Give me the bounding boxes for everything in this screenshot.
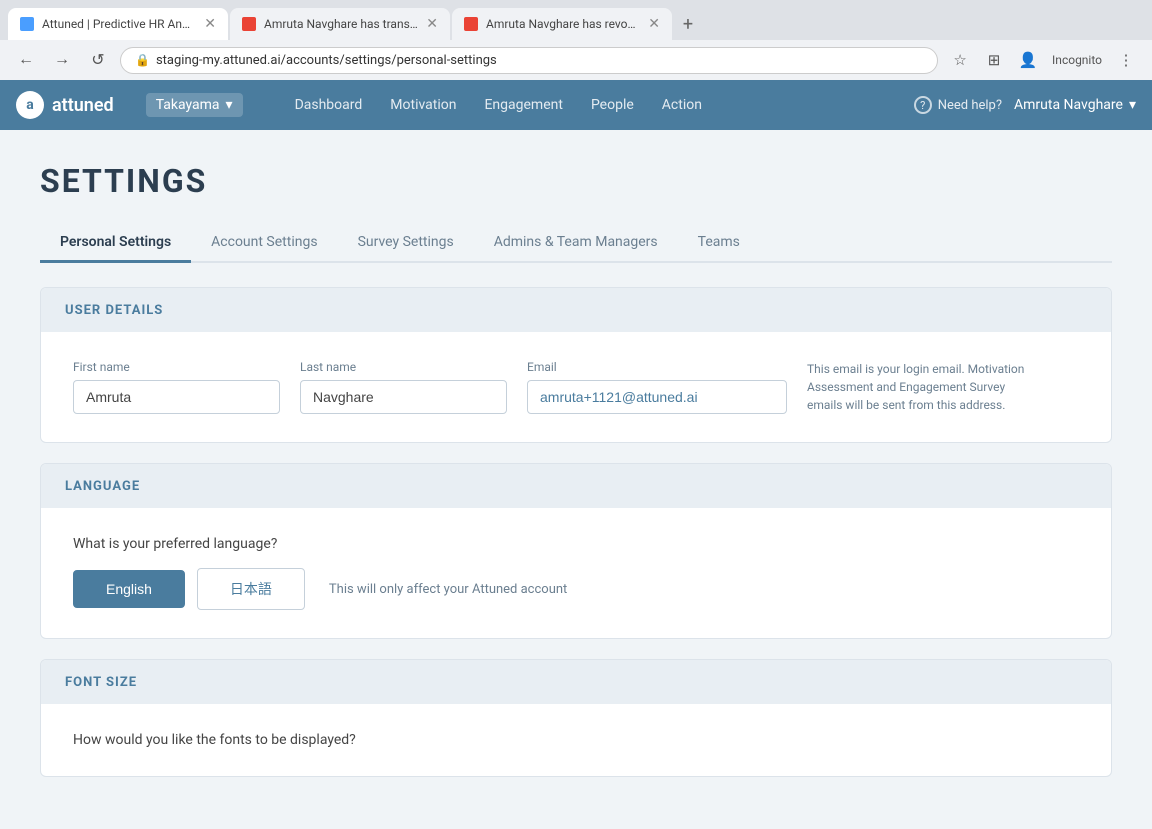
new-tab-button[interactable]: + <box>674 10 702 38</box>
need-help-label: Need help? <box>938 98 1002 113</box>
nav-dashboard[interactable]: Dashboard <box>283 91 375 119</box>
settings-tabs: Personal Settings Account Settings Surve… <box>40 224 1112 263</box>
org-name: Takayama <box>156 97 220 113</box>
address-bar-row: ← → ↺ 🔒 staging-my.attuned.ai/accounts/s… <box>0 40 1152 80</box>
nav-motivation[interactable]: Motivation <box>378 91 468 119</box>
tab-survey-settings[interactable]: Survey Settings <box>338 224 474 263</box>
nav-engagement[interactable]: Engagement <box>472 91 574 119</box>
address-actions: ☆ ⊞ 👤 Incognito ⋮ <box>946 46 1140 74</box>
tab-favicon-3 <box>464 17 478 31</box>
user-name: Amruta Navghare <box>1014 97 1123 113</box>
user-details-section: USER DETAILS First name Last name Email … <box>40 287 1112 443</box>
tab-close-1[interactable]: ✕ <box>204 16 216 32</box>
help-icon: ? <box>914 96 932 114</box>
tab-title-3: Amruta Navghare has revoked… <box>486 17 640 31</box>
email-label: Email <box>527 360 787 374</box>
tab-bar: Attuned | Predictive HR Analy… ✕ Amruta … <box>0 0 1152 40</box>
language-question: What is your preferred language? <box>73 536 1079 552</box>
browser-chrome: Attuned | Predictive HR Analy… ✕ Amruta … <box>0 0 1152 80</box>
japanese-button[interactable]: 日本語 <box>197 568 305 610</box>
incognito-label: Incognito <box>1052 53 1102 67</box>
tab-title-2: Amruta Navghare has transfer… <box>264 17 418 31</box>
user-details-title: USER DETAILS <box>65 303 163 318</box>
browser-tab-2[interactable]: Amruta Navghare has transfer… ✕ <box>230 8 450 40</box>
last-name-label: Last name <box>300 360 507 374</box>
org-chevron-icon: ▾ <box>226 97 233 113</box>
font-size-section: FONT SIZE How would you like the fonts t… <box>40 659 1112 777</box>
tab-personal-settings[interactable]: Personal Settings <box>40 224 191 263</box>
browser-tab-3[interactable]: Amruta Navghare has revoked… ✕ <box>452 8 672 40</box>
extensions-button[interactable]: ⊞ <box>980 46 1008 74</box>
profile-button[interactable]: 👤 <box>1014 46 1042 74</box>
tab-title-1: Attuned | Predictive HR Analy… <box>42 17 196 31</box>
page-title: SETTINGS <box>40 162 1112 200</box>
bookmark-button[interactable]: ☆ <box>946 46 974 74</box>
tab-teams[interactable]: Teams <box>678 224 760 263</box>
email-hint: This email is your login email. Motivati… <box>807 360 1027 414</box>
language-body: What is your preferred language? English… <box>41 508 1111 638</box>
first-name-input[interactable] <box>73 380 280 414</box>
back-button[interactable]: ← <box>12 46 40 74</box>
app-nav: a attuned Takayama ▾ Dashboard Motivatio… <box>0 80 1152 130</box>
org-selector[interactable]: Takayama ▾ <box>146 93 243 117</box>
font-size-title: FONT SIZE <box>65 675 137 690</box>
email-input[interactable] <box>527 380 787 414</box>
user-details-fields: First name Last name Email This email is… <box>73 360 1079 414</box>
logo-text: attuned <box>52 95 114 116</box>
last-name-group: Last name <box>300 360 507 414</box>
language-options: English 日本語 This will only affect your A… <box>73 568 1079 610</box>
main-content: SETTINGS Personal Settings Account Setti… <box>0 130 1152 829</box>
language-section: LANGUAGE What is your preferred language… <box>40 463 1112 639</box>
browser-tab-1[interactable]: Attuned | Predictive HR Analy… ✕ <box>8 8 228 40</box>
last-name-input[interactable] <box>300 380 507 414</box>
first-name-label: First name <box>73 360 280 374</box>
lock-icon: 🔒 <box>135 53 150 67</box>
email-group: Email <box>527 360 787 414</box>
user-details-header: USER DETAILS <box>41 288 1111 332</box>
user-menu-chevron-icon: ▾ <box>1129 97 1136 113</box>
logo-mark: a <box>16 91 44 119</box>
user-menu[interactable]: Amruta Navghare ▾ <box>1014 97 1136 113</box>
address-text: staging-my.attuned.ai/accounts/settings/… <box>156 53 497 68</box>
language-hint: This will only affect your Attuned accou… <box>329 582 567 597</box>
language-header: LANGUAGE <box>41 464 1111 508</box>
font-size-header: FONT SIZE <box>41 660 1111 704</box>
tab-favicon-2 <box>242 17 256 31</box>
font-size-body: How would you like the fonts to be displ… <box>41 704 1111 776</box>
tab-account-settings[interactable]: Account Settings <box>191 224 337 263</box>
tab-favicon-1 <box>20 17 34 31</box>
forward-button[interactable]: → <box>48 46 76 74</box>
need-help-button[interactable]: ? Need help? <box>914 96 1002 114</box>
app-logo: a attuned <box>16 91 114 119</box>
font-size-question: How would you like the fonts to be displ… <box>73 732 1079 748</box>
tab-admins-team-managers[interactable]: Admins & Team Managers <box>474 224 678 263</box>
english-button[interactable]: English <box>73 570 185 608</box>
user-details-body: First name Last name Email This email is… <box>41 332 1111 442</box>
tab-close-2[interactable]: ✕ <box>426 16 438 32</box>
main-nav: Dashboard Motivation Engagement People A… <box>283 91 890 119</box>
reload-button[interactable]: ↺ <box>84 46 112 74</box>
nav-people[interactable]: People <box>579 91 646 119</box>
nav-action[interactable]: Action <box>650 91 714 119</box>
nav-right: ? Need help? Amruta Navghare ▾ <box>914 96 1136 114</box>
language-title: LANGUAGE <box>65 479 140 494</box>
menu-button[interactable]: ⋮ <box>1112 46 1140 74</box>
address-bar[interactable]: 🔒 staging-my.attuned.ai/accounts/setting… <box>120 47 938 74</box>
first-name-group: First name <box>73 360 280 414</box>
tab-close-3[interactable]: ✕ <box>648 16 660 32</box>
